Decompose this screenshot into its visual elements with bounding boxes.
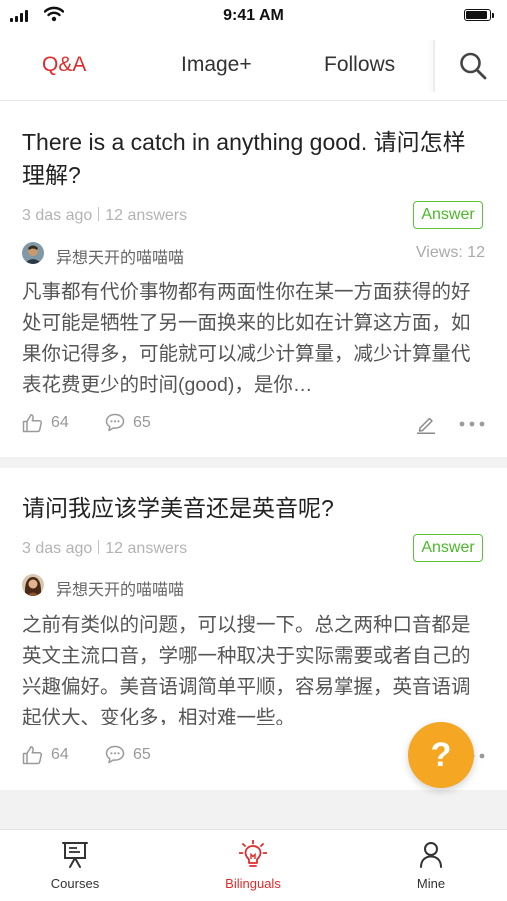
answer-button[interactable]: Answer [413, 534, 483, 562]
tab-follows[interactable]: Follows [324, 53, 395, 77]
question-meta: 3 das ago 12 answers [22, 540, 187, 558]
answer-preview[interactable]: 凡事都有代价事物都有两面性你在某一方面获得的好处可能是牺牲了另一面换来的比如在计… [22, 277, 479, 401]
person-icon [420, 842, 442, 868]
status-bar: 9:41 AM [0, 0, 507, 34]
avatar[interactable] [22, 242, 44, 264]
avatar[interactable] [22, 574, 44, 596]
nav-mine-label: Mine [416, 876, 446, 891]
username[interactable]: 异想天开的喵喵喵 [56, 576, 184, 600]
thumbs-up-icon [22, 414, 43, 433]
tab-qa[interactable]: Q&A [42, 53, 86, 77]
nav-bilinguals-label: Bilinguals [225, 876, 281, 891]
presentation-board-icon [62, 842, 88, 868]
comment-count: 65 [133, 413, 151, 431]
nav-mine[interactable]: Mine [376, 830, 486, 901]
thumbs-up-icon [22, 746, 43, 765]
comment-icon [105, 745, 125, 764]
nav-courses[interactable]: Courses [20, 830, 130, 901]
battery-icon [464, 9, 495, 23]
question-card[interactable]: There is a catch in anything good. 请问怎样理… [0, 101, 507, 457]
question-title[interactable]: 请问我应该学美音还是英音呢? [22, 492, 487, 525]
like-button[interactable]: 64 [22, 745, 69, 765]
nav-bilinguals[interactable]: Bilinguals [198, 830, 308, 901]
like-count: 64 [51, 746, 69, 763]
status-time: 9:41 AM [223, 7, 284, 24]
comment-button[interactable]: 65 [105, 745, 151, 764]
lightbulb-icon [239, 840, 267, 867]
answer-preview[interactable]: 之前有类似的问题，可以搜一下。总之两种口音都是英文主流口音，学哪一种取决于实际需… [22, 610, 479, 725]
username[interactable]: 异想天开的喵喵喵 [56, 244, 184, 268]
top-tab-bar: Q&A Image+ Follows [0, 34, 507, 101]
bottom-nav: Courses Bilinguals Mine [0, 829, 507, 901]
comment-button[interactable]: 65 [105, 413, 151, 432]
answer-count: 12 answers [105, 540, 188, 557]
question-title[interactable]: There is a catch in anything good. 请问怎样理… [22, 126, 487, 192]
more-dots-icon[interactable] [459, 419, 485, 429]
view-count: Views: 12 [415, 244, 485, 261]
comment-icon [105, 413, 125, 432]
answer-count: 12 answers [105, 207, 188, 224]
comment-count: 65 [133, 745, 151, 763]
search-icon[interactable] [458, 50, 488, 82]
like-count: 64 [51, 414, 69, 431]
ask-question-button[interactable]: ? [408, 722, 474, 788]
question-age: 3 das ago [22, 207, 93, 224]
pencil-icon[interactable] [416, 414, 436, 434]
tab-image-plus[interactable]: Image+ [181, 53, 252, 77]
question-age: 3 das ago [22, 540, 93, 557]
question-meta: 3 das ago 12 answers [22, 207, 187, 225]
nav-courses-label: Courses [50, 876, 100, 891]
answer-button[interactable]: Answer [413, 201, 483, 229]
tab-divider [433, 40, 435, 92]
like-button[interactable]: 64 [22, 413, 69, 433]
